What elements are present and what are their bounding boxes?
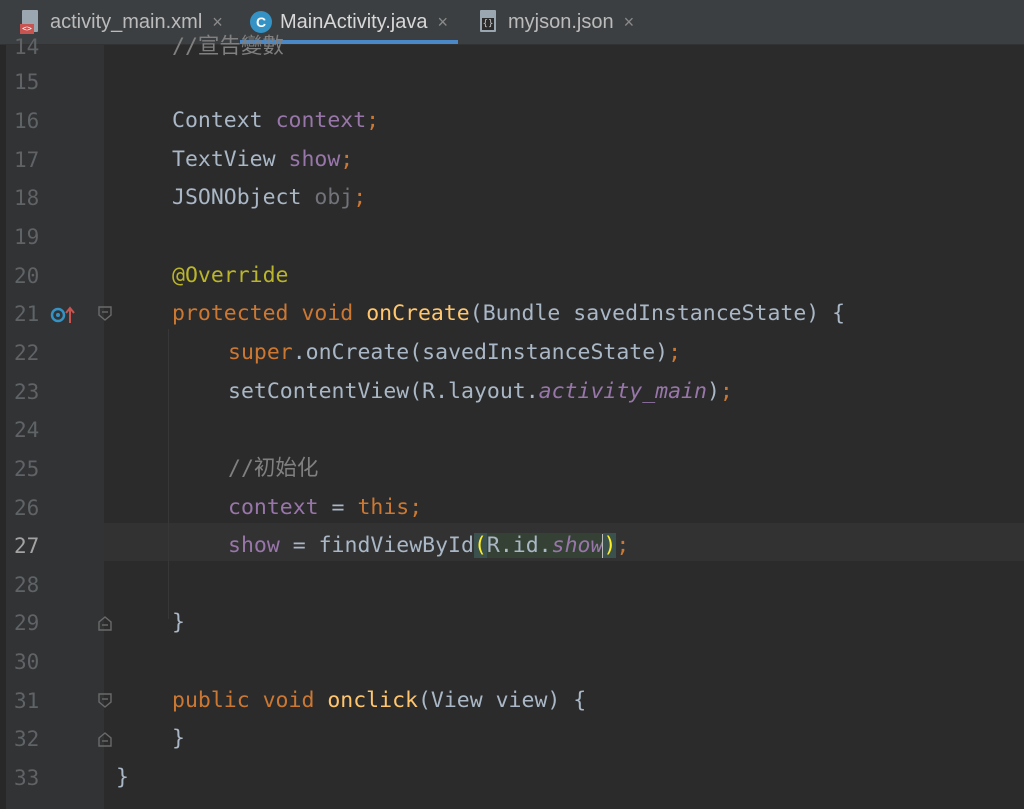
code-line[interactable]: 16 Context context; (0, 101, 1024, 140)
keyword-token: public (172, 687, 263, 713)
field-token: show (228, 533, 280, 558)
line-number: 30 (14, 650, 40, 674)
line-number: 33 (14, 766, 40, 790)
code-line[interactable]: 22 super.onCreate(savedInstanceState); (0, 333, 1024, 372)
code-line-current[interactable]: 27 show = findViewById(R.id.show); (0, 526, 1024, 565)
field-token: context (228, 494, 319, 520)
punct-token: ; (668, 340, 682, 365)
field-token: context (275, 108, 367, 133)
code-line[interactable]: 25 //初始化 (0, 449, 1024, 488)
ref-token: R.id. (486, 533, 552, 558)
code-line[interactable]: 20 @Override (0, 256, 1024, 295)
line-number: 22 (14, 341, 40, 365)
line-number: 15 (14, 70, 40, 94)
code-line[interactable]: 31 public void onclick(View view) { (0, 681, 1024, 720)
code-line[interactable]: 14 //宣告變數 (0, 27, 1024, 66)
brace-token: } (116, 765, 129, 790)
field-token: show (288, 146, 341, 172)
operator-token: = (318, 494, 358, 520)
line-number: 28 (14, 572, 40, 597)
line-number: 32 (14, 727, 40, 751)
code-line[interactable]: 29 } (0, 603, 1024, 642)
params-token: (View view) { (417, 687, 587, 713)
code-line[interactable]: 30 (0, 642, 1024, 681)
static-field-token: activity_main (538, 378, 707, 404)
fold-end-icon[interactable] (96, 730, 114, 748)
keyword-token: void (262, 687, 328, 713)
static-field-token: show (551, 533, 604, 558)
unused-field-token: obj (314, 185, 354, 210)
line-number: 25 (14, 457, 40, 481)
line-number: 16 (14, 109, 40, 133)
line-number: 14 (14, 35, 40, 59)
method-token: onclick (327, 687, 418, 713)
code-editor[interactable]: 14 //宣告變數 15 16 Context context; 17 Text… (0, 35, 1024, 809)
line-number: 17 (14, 147, 40, 172)
brace-token: } (172, 726, 185, 751)
call-token: .onCreate(savedInstanceState) (292, 340, 669, 365)
code-line[interactable]: 26 context = this; (0, 488, 1024, 527)
fold-end-icon[interactable] (96, 614, 114, 632)
line-number: 18 (14, 186, 40, 210)
line-number: 24 (14, 418, 40, 442)
method-token: onCreate (366, 301, 470, 326)
matched-paren: ( (473, 533, 487, 558)
code-line[interactable]: 24 (0, 410, 1024, 449)
fold-collapse-icon[interactable] (96, 692, 114, 710)
line-number: 23 (14, 379, 40, 404)
keyword-token: void (301, 301, 367, 326)
brace-token: } (172, 610, 185, 635)
code-line[interactable]: 19 (0, 217, 1024, 256)
line-number: 27 (14, 534, 40, 558)
punct-token: ; (340, 146, 354, 172)
code-line[interactable]: 28 (0, 565, 1024, 604)
comment: //宣告變數 (172, 34, 284, 59)
punct-token: ; (719, 378, 733, 404)
line-number: 20 (14, 263, 40, 288)
fold-collapse-icon[interactable] (96, 305, 114, 323)
comment: //初始化 (228, 456, 319, 481)
code-line[interactable]: 33 } (0, 758, 1024, 797)
type-token: TextView (172, 146, 289, 172)
code-line[interactable]: 15 (0, 62, 1024, 101)
type-token: JSONObject (172, 185, 315, 210)
override-method-icon[interactable] (50, 303, 80, 327)
punct-token: ; (409, 494, 423, 520)
line-number: 26 (14, 495, 40, 520)
line-number: 31 (14, 688, 40, 713)
line-number: 29 (14, 611, 40, 635)
line-number: 19 (14, 225, 40, 249)
code-line[interactable]: 23 setContentView(R.layout.activity_main… (0, 372, 1024, 411)
code-line[interactable]: 17 TextView show; (0, 140, 1024, 179)
type-token: Context (172, 108, 276, 133)
code-line[interactable]: 18 JSONObject obj; (0, 178, 1024, 217)
punct-token: ; (353, 185, 367, 210)
call-token: = findViewById (279, 533, 474, 558)
annotation-token: @Override (172, 262, 289, 288)
params-token: (Bundle savedInstanceState) { (469, 301, 846, 326)
code-line[interactable]: 32 } (0, 719, 1024, 758)
keyword-token: this (357, 494, 410, 520)
punct-token: ; (616, 533, 630, 558)
paren-token: ) (706, 378, 720, 404)
punct-token: ; (366, 108, 380, 133)
code-line[interactable]: 21 protected void onCreate(Bundle savedI… (0, 294, 1024, 333)
call-token: setContentView(R.layout. (228, 378, 539, 404)
line-number: 21 (14, 302, 40, 326)
keyword-token: super (228, 340, 293, 365)
matched-paren: ) (603, 533, 617, 558)
keyword-token: protected (172, 301, 302, 326)
